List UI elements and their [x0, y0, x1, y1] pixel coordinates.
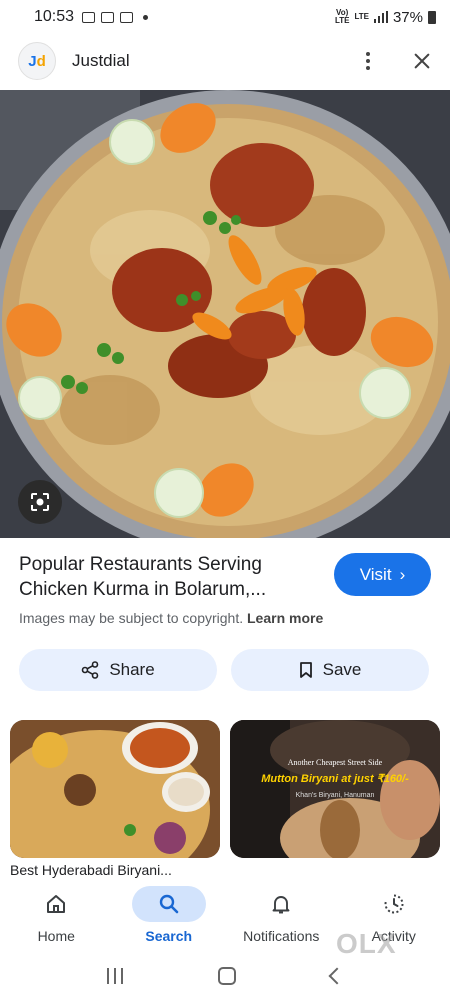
google-lens-button[interactable] [18, 480, 62, 524]
lte-indicator: LTE [354, 12, 369, 21]
related-image-2[interactable]: Another Cheapest Street Side Mutton Biry… [230, 720, 440, 858]
status-bar: 10:53 Vo) LTE LTE 37% [0, 0, 450, 34]
thumb-overlay-line3: Khan's Biryani, Hanuman [295, 792, 375, 799]
close-icon[interactable] [412, 51, 432, 71]
save-button[interactable]: Save [231, 649, 429, 691]
site-title[interactable]: Justdial [72, 51, 130, 71]
signal-icon [373, 11, 388, 23]
nav-home[interactable]: Home [0, 880, 113, 950]
learn-more-link[interactable]: Learn more [247, 610, 323, 626]
battery-icon [428, 10, 436, 24]
share-icon [82, 661, 99, 679]
check-icon [120, 11, 134, 23]
app-header: Jd Justdial [0, 34, 450, 88]
result-title[interactable]: Popular Restaurants Serving Chicken Kurm… [19, 552, 319, 602]
bookmark-icon [299, 662, 312, 678]
status-time: 10:53 [34, 8, 75, 25]
related-caption-1[interactable]: Best Hyderabadi Biryani... [10, 862, 172, 878]
result-image[interactable] [0, 90, 450, 538]
thumb-overlay-line2: Mutton Biryani at just ₹160/- [261, 773, 409, 785]
nav-search[interactable]: Search [113, 880, 226, 950]
more-options-icon[interactable] [358, 52, 378, 70]
share-button[interactable]: Share [19, 649, 217, 691]
visit-button[interactable]: Visit › [334, 553, 431, 596]
camera-icon [101, 11, 115, 23]
system-navigation [0, 952, 450, 1000]
volte-indicator: Vo) LTE [334, 8, 350, 25]
back-icon[interactable] [328, 967, 346, 985]
justdial-logo[interactable]: Jd [18, 42, 56, 80]
search-icon [159, 894, 179, 914]
home-icon [47, 895, 66, 913]
more-notifications-icon [143, 14, 149, 20]
biryani-platter-image [0, 90, 450, 538]
biryani-thumbnail [10, 720, 220, 858]
copyright-notice: Images may be subject to copyright. Lear… [19, 610, 324, 626]
nav-notifications[interactable]: Notifications [225, 880, 338, 950]
home-button-icon[interactable] [217, 967, 236, 985]
notification-icons [82, 11, 149, 23]
recent-apps-icon[interactable] [107, 968, 124, 984]
lens-icon [31, 493, 49, 511]
status-right: Vo) LTE LTE 37% [335, 9, 436, 26]
thumb-overlay-line1: Another Cheapest Street Side [287, 758, 383, 767]
voicemail-icon [82, 11, 96, 23]
bell-icon [272, 896, 290, 914]
chevron-right-icon: › [399, 564, 406, 584]
battery-percent: 37% [392, 8, 423, 26]
related-image-1[interactable] [10, 720, 220, 858]
activity-icon [384, 894, 404, 914]
street-biryani-thumbnail [230, 720, 440, 858]
